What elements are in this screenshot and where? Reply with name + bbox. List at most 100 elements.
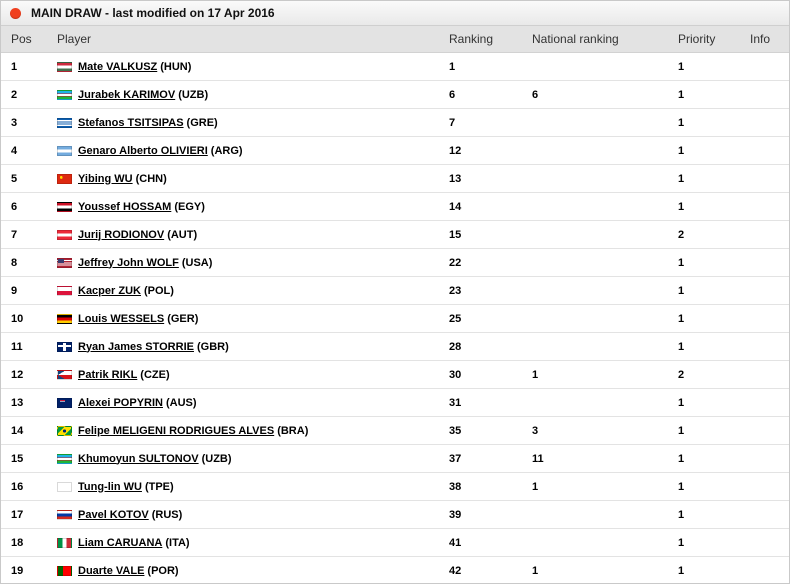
- cell-player: Pavel KOTOV (RUS): [57, 500, 449, 529]
- country-flag-icon: [57, 481, 72, 492]
- cell-priority: 1: [678, 388, 750, 417]
- cell-national-ranking: [532, 304, 678, 333]
- country-flag-icon: [57, 509, 72, 520]
- cell-ranking: 15: [449, 220, 532, 249]
- cell-ranking: 23: [449, 276, 532, 305]
- table-row: 8 Jeffrey John WOLF (USA) 22 1: [1, 248, 789, 277]
- player-name-link[interactable]: Stefanos TSITSIPAS: [78, 117, 184, 129]
- cell-info: [750, 528, 789, 557]
- column-header-national-ranking: National ranking: [532, 26, 678, 53]
- cell-pos: 13: [1, 388, 57, 417]
- player-name-link[interactable]: Jurabek KARIMOV: [78, 89, 175, 101]
- cell-pos: 10: [1, 304, 57, 333]
- cell-national-ranking: 11: [532, 444, 678, 473]
- cell-player: Jeffrey John WOLF (USA): [57, 248, 449, 277]
- country-flag-icon: [57, 285, 72, 296]
- table-row: 13 Alexei POPYRIN (AUS) 31 1: [1, 388, 789, 417]
- cell-priority: 1: [678, 192, 750, 221]
- cell-info: [750, 416, 789, 445]
- cell-player: Stefanos TSITSIPAS (GRE): [57, 108, 449, 137]
- cell-info: [750, 52, 789, 81]
- column-header-pos: Pos: [1, 26, 57, 53]
- cell-priority: 1: [678, 80, 750, 109]
- cell-national-ranking: [532, 164, 678, 193]
- country-flag-icon: [57, 173, 72, 184]
- player-name-link[interactable]: Louis WESSELS: [78, 313, 164, 325]
- cell-pos: 16: [1, 472, 57, 501]
- player-name-link[interactable]: Khumoyun SULTONOV: [78, 453, 199, 465]
- player-name-link[interactable]: Tung-lin WU: [78, 481, 142, 493]
- player-country: (TPE): [144, 480, 174, 493]
- cell-info: [750, 136, 789, 165]
- player-name-link[interactable]: Alexei POPYRIN: [78, 397, 163, 409]
- cell-ranking: 6: [449, 80, 532, 109]
- cell-player: Alexei POPYRIN (AUS): [57, 388, 449, 417]
- player-country: (GER): [167, 312, 199, 325]
- player-name-link[interactable]: Felipe MELIGENI RODRIGUES ALVES: [78, 425, 274, 437]
- table-row: 9 Kacper ZUK (POL) 23 1: [1, 276, 789, 305]
- player-name-link[interactable]: Jeffrey John WOLF: [78, 257, 179, 269]
- player-country: (UZB): [178, 88, 209, 101]
- table-row: 7 Jurij RODIONOV (AUT) 15 2: [1, 220, 789, 249]
- table-row: 1 Mate VALKUSZ (HUN) 1 1: [1, 52, 789, 81]
- cell-pos: 3: [1, 108, 57, 137]
- table-row: 10 Louis WESSELS (GER) 25 1: [1, 304, 789, 333]
- country-flag-icon: [57, 537, 72, 548]
- table-row: 2 Jurabek KARIMOV (UZB) 6 6 1: [1, 80, 789, 109]
- cell-player: Khumoyun SULTONOV (UZB): [57, 444, 449, 473]
- player-country: (POL): [143, 284, 174, 297]
- player-name-link[interactable]: Kacper ZUK: [78, 285, 141, 297]
- cell-priority: 1: [678, 332, 750, 361]
- player-name-link[interactable]: Yibing WU: [78, 173, 133, 185]
- player-country: (CZE): [140, 368, 170, 381]
- player-country: (EGY): [174, 200, 205, 213]
- cell-ranking: 13: [449, 164, 532, 193]
- cell-player: Louis WESSELS (GER): [57, 304, 449, 333]
- player-name-link[interactable]: Youssef HOSSAM: [78, 201, 171, 213]
- player-name-link[interactable]: Liam CARUANA: [78, 537, 162, 549]
- cell-ranking: 25: [449, 304, 532, 333]
- table-row: 19 Duarte VALE (POR) 42 1 1: [1, 556, 789, 583]
- cell-pos: 11: [1, 332, 57, 361]
- player-country: (USA): [181, 256, 213, 269]
- player-name-link[interactable]: Jurij RODIONOV: [78, 229, 164, 241]
- player-name-link[interactable]: Mate VALKUSZ: [78, 61, 157, 73]
- cell-player: Genaro Alberto OLIVIERI (ARG): [57, 136, 449, 165]
- cell-pos: 6: [1, 192, 57, 221]
- country-flag-icon: [57, 313, 72, 324]
- country-flag-icon: [57, 565, 72, 576]
- cell-info: [750, 192, 789, 221]
- cell-player: Patrik RIKL (CZE): [57, 360, 449, 389]
- country-flag-icon: [57, 453, 72, 464]
- cell-info: [750, 80, 789, 109]
- country-flag-icon: [57, 89, 72, 100]
- cell-ranking: 37: [449, 444, 532, 473]
- cell-ranking: 7: [449, 108, 532, 137]
- player-name-link[interactable]: Patrik RIKL: [78, 369, 137, 381]
- cell-info: [750, 360, 789, 389]
- player-name-link[interactable]: Ryan James STORRIE: [78, 341, 194, 353]
- cell-pos: 17: [1, 500, 57, 529]
- cell-national-ranking: 3: [532, 416, 678, 445]
- cell-pos: 8: [1, 248, 57, 277]
- cell-priority: 1: [678, 52, 750, 81]
- player-name-link[interactable]: Duarte VALE: [78, 565, 144, 577]
- cell-priority: 1: [678, 500, 750, 529]
- cell-pos: 14: [1, 416, 57, 445]
- cell-info: [750, 304, 789, 333]
- cell-info: [750, 556, 789, 583]
- country-flag-icon: [57, 425, 72, 436]
- player-country: (AUS): [165, 396, 197, 409]
- player-name-link[interactable]: Genaro Alberto OLIVIERI: [78, 145, 208, 157]
- cell-national-ranking: [532, 108, 678, 137]
- country-flag-icon: [57, 229, 72, 240]
- player-name-link[interactable]: Pavel KOTOV: [78, 509, 149, 521]
- cell-player: Felipe MELIGENI RODRIGUES ALVES (BRA): [57, 416, 449, 445]
- player-country: (CHN): [135, 172, 167, 185]
- cell-national-ranking: [532, 248, 678, 277]
- cell-ranking: 22: [449, 248, 532, 277]
- player-country: (GBR): [196, 340, 229, 353]
- cell-info: [750, 444, 789, 473]
- cell-ranking: 39: [449, 500, 532, 529]
- cell-national-ranking: [532, 192, 678, 221]
